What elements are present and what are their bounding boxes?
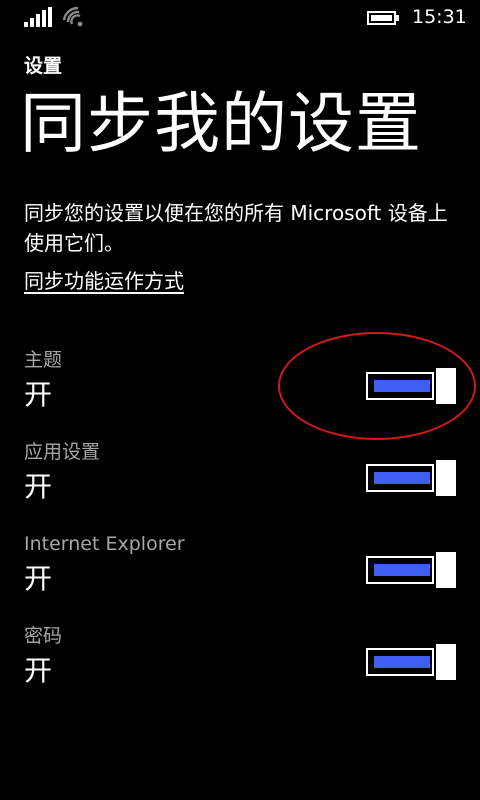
setting-state: 开	[24, 562, 53, 595]
setting-row-app-settings: 应用设置 开	[0, 440, 480, 520]
theme-toggle-switch[interactable]	[366, 368, 456, 404]
battery-icon	[367, 11, 399, 25]
toggle-fill	[372, 378, 432, 394]
setting-label: 密码	[24, 625, 63, 647]
setting-state: 开	[24, 470, 53, 503]
toggle-fill	[372, 470, 432, 486]
page-title: 同步我的设置	[20, 85, 422, 162]
status-time: 15:31	[412, 6, 467, 28]
setting-row-internet-explorer: Internet Explorer 开	[0, 532, 480, 612]
toggle-thumb[interactable]	[436, 368, 456, 404]
toggle-thumb[interactable]	[436, 552, 456, 588]
sync-description: 同步您的设置以便在您的所有 Microsoft 设备上使用它们。	[24, 201, 448, 255]
app-title: 设置	[24, 55, 63, 77]
signal-bars-icon	[24, 7, 52, 27]
setting-row-passwords: 密码 开	[0, 624, 480, 704]
toggle-thumb[interactable]	[436, 644, 456, 680]
passwords-toggle-switch[interactable]	[366, 644, 456, 680]
setting-row-theme: 主题 开	[0, 348, 480, 428]
wifi-icon	[62, 6, 83, 27]
how-sync-works-link[interactable]: 同步功能运作方式	[24, 267, 184, 295]
app-settings-toggle-switch[interactable]	[366, 460, 456, 496]
setting-state: 开	[24, 378, 53, 411]
setting-label: Internet Explorer	[24, 533, 185, 555]
toggle-fill	[372, 562, 432, 578]
setting-label: 应用设置	[24, 441, 101, 463]
toggle-fill	[372, 654, 432, 670]
toggle-thumb[interactable]	[436, 460, 456, 496]
status-bar: 15:31	[0, 0, 480, 34]
setting-label: 主题	[24, 349, 63, 371]
setting-state: 开	[24, 654, 53, 687]
internet-explorer-toggle-switch[interactable]	[366, 552, 456, 588]
